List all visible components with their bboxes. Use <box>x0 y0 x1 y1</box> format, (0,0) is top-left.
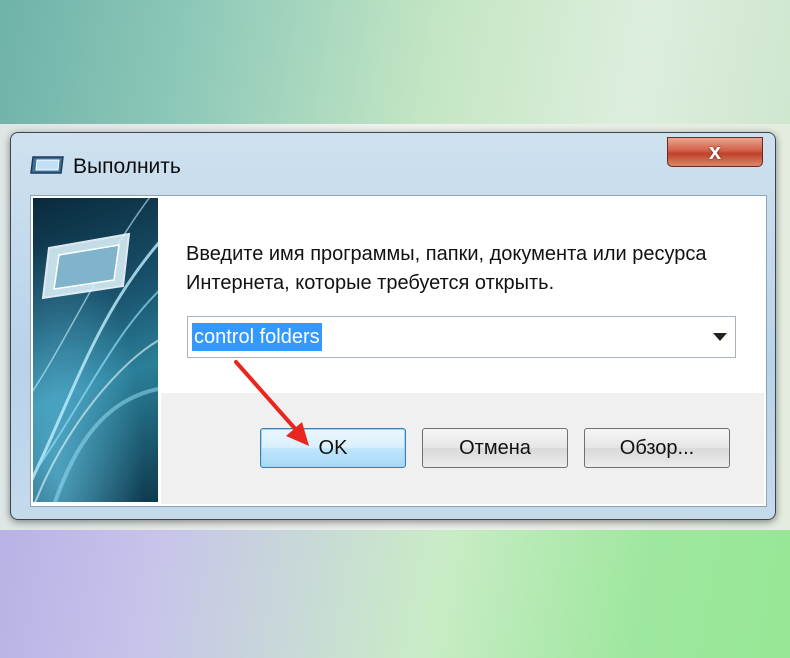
title-bar[interactable]: Выполнить x <box>11 133 775 189</box>
ok-button[interactable]: OK <box>260 428 406 468</box>
browse-button[interactable]: Обзор... <box>584 428 730 468</box>
window-title: Выполнить <box>73 155 181 178</box>
run-side-art <box>33 198 158 502</box>
run-icon <box>29 155 65 175</box>
cancel-button[interactable]: Отмена <box>422 428 568 468</box>
dialog-client-area: Введите имя программы, папки, документа … <box>30 195 767 507</box>
run-dialog: Выполнить x Введите имя программы, папки… <box>10 132 776 520</box>
dialog-prompt: Введите имя программы, папки, документа … <box>186 243 707 294</box>
close-button[interactable]: x <box>667 137 763 167</box>
open-combobox[interactable]: control folders <box>187 316 736 358</box>
background-top <box>0 0 790 128</box>
close-icon: x <box>708 139 722 164</box>
open-field-value[interactable]: control folders <box>192 323 322 351</box>
background-bottom <box>0 530 790 658</box>
dropdown-arrow-icon[interactable] <box>713 333 727 341</box>
